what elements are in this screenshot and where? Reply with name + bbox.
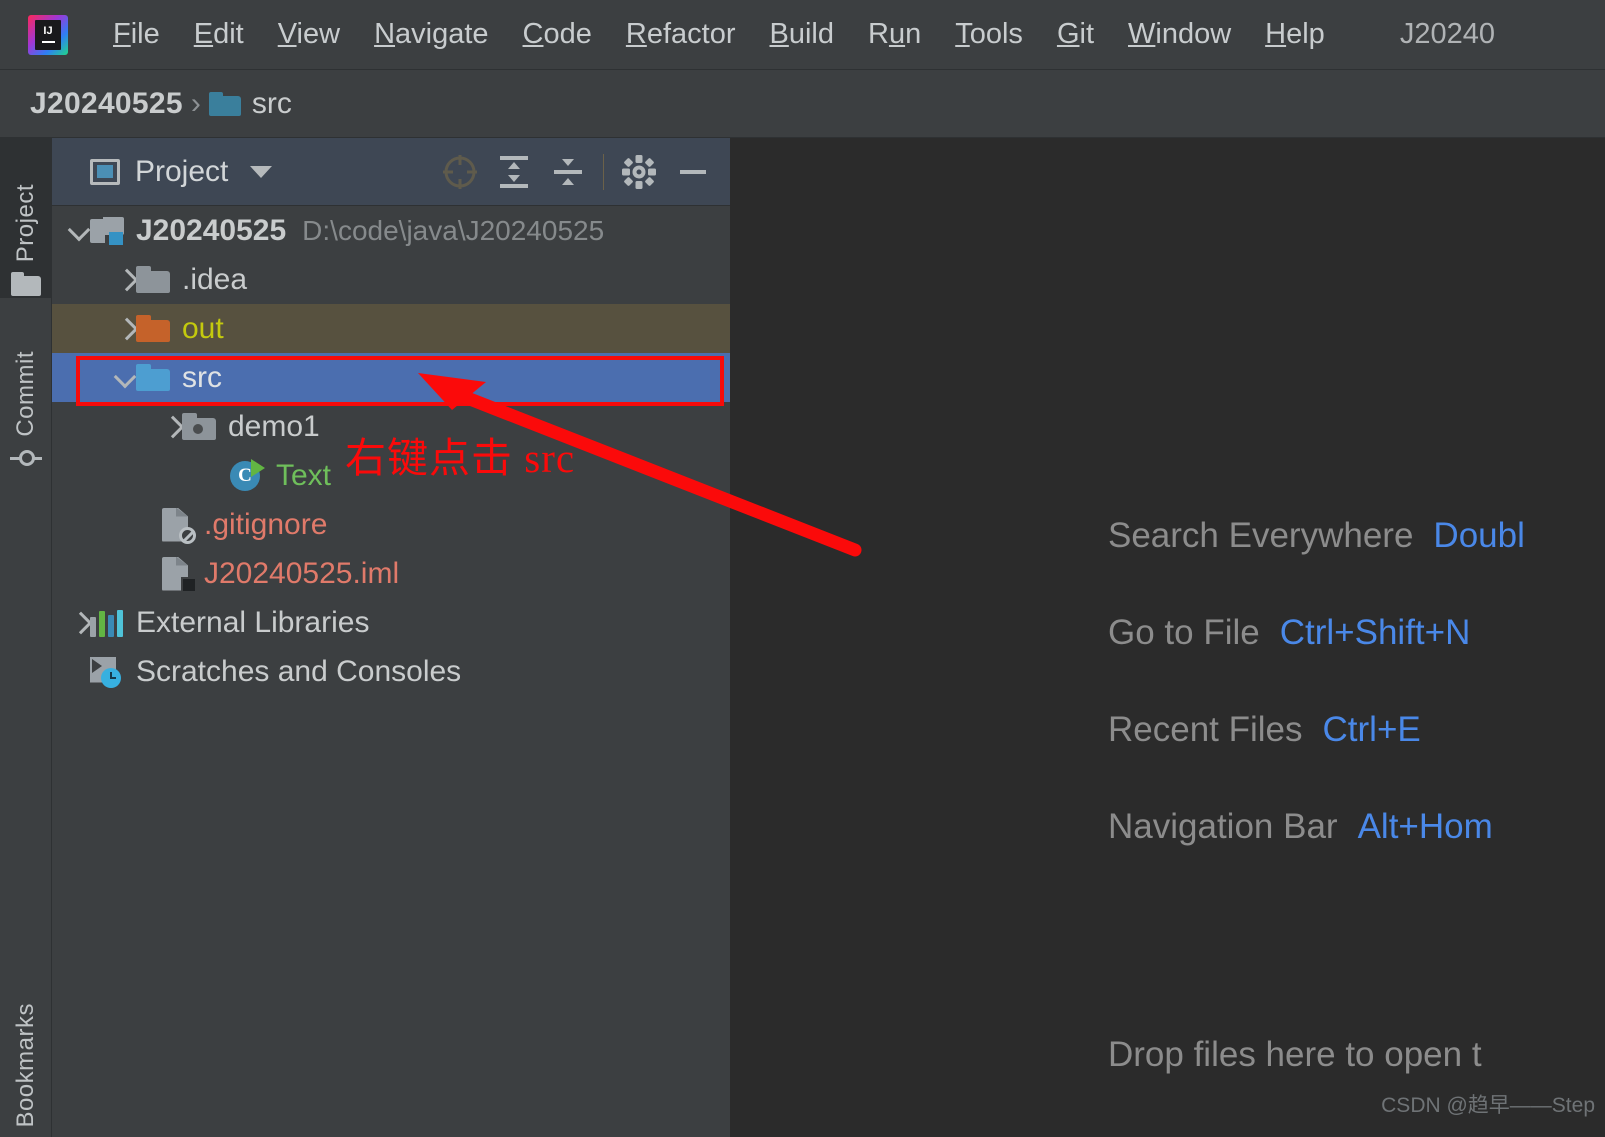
logo-text: IJ: [43, 25, 53, 37]
hint-navigation-bar: Navigation Bar Alt+Hom: [1108, 807, 1525, 847]
breadcrumb-separator-icon: ›: [190, 86, 201, 120]
libraries-icon: [90, 609, 124, 637]
menu-item-help[interactable]: Help: [1248, 20, 1342, 49]
folder-excluded-icon: [136, 315, 170, 342]
tree-node-label: src: [182, 360, 222, 394]
hint-label: Recent Files: [1108, 710, 1303, 749]
tree-node-external-libraries[interactable]: External Libraries: [52, 598, 730, 647]
tree-node-label: Text: [276, 458, 332, 492]
hint-shortcut: Ctrl+Shift+N: [1279, 613, 1471, 652]
hint-label: Search Everywhere: [1108, 516, 1414, 555]
menu-item-build[interactable]: Build: [753, 20, 852, 49]
sidebar-item-project[interactable]: Project: [0, 138, 52, 298]
tree-node-label: External Libraries: [136, 605, 370, 639]
menu-item-navigate[interactable]: Navigate: [357, 20, 505, 49]
project-panel: Project J20240525 D:\code\java\J20240525…: [52, 138, 730, 1137]
hint-go-to-file: Go to File Ctrl+Shift+N: [1108, 613, 1525, 653]
breadcrumb-project[interactable]: J20240525: [30, 87, 183, 121]
tree-node-label: J20240525: [136, 213, 287, 247]
menu-label: ile: [130, 18, 160, 50]
folder-icon: [11, 272, 41, 296]
project-tree[interactable]: J20240525 D:\code\java\J20240525 .idea o…: [52, 206, 730, 1137]
tree-node-scratches[interactable]: Scratches and Consoles: [52, 647, 730, 696]
iml-file-icon: [162, 556, 197, 593]
project-view-icon: [90, 158, 120, 185]
sidebar-item-bookmarks-label: Bookmarks: [12, 1003, 39, 1128]
toolbar-divider: [603, 154, 604, 190]
breadcrumb: J20240525 › src: [0, 70, 1605, 138]
intellij-window: IJ File Edit View Navigate Code Refactor…: [0, 0, 1605, 1137]
tree-node-path: D:\code\java\J20240525: [302, 214, 605, 246]
chevron-down-icon[interactable]: [114, 367, 136, 389]
scratches-icon: [90, 656, 124, 688]
menu-item-refactor[interactable]: Refactor: [609, 20, 753, 49]
menu-item-window[interactable]: Window: [1111, 20, 1248, 49]
sidebar-item-project-label: Project: [12, 183, 39, 262]
tree-node-label: demo1: [228, 409, 320, 443]
tree-node-label: .gitignore: [204, 507, 328, 541]
menu-bar: IJ File Edit View Navigate Code Refactor…: [0, 0, 1605, 70]
package-icon: [182, 413, 216, 440]
tree-node-label: out: [182, 311, 224, 345]
project-panel-title: Project: [135, 154, 229, 188]
source-folder-icon: [136, 364, 170, 391]
sidebar-item-commit-label: Commit: [12, 351, 39, 437]
left-tool-strip: Project Commit Bookmarks: [0, 138, 52, 1137]
tree-node-label: J20240525.iml: [204, 556, 400, 590]
sidebar-item-bookmarks[interactable]: Bookmarks: [0, 928, 52, 1128]
tree-node-iml[interactable]: J20240525.iml: [52, 549, 730, 598]
commit-icon: [10, 447, 42, 471]
menu-item-tools[interactable]: Tools: [938, 20, 1040, 49]
ignored-file-icon: [162, 507, 196, 544]
chevron-down-icon[interactable]: [250, 165, 273, 178]
expand-all-icon[interactable]: [487, 145, 541, 199]
tree-node-module[interactable]: J20240525 D:\code\java\J20240525: [52, 206, 730, 255]
intellij-logo-icon: IJ: [28, 14, 68, 55]
tree-node-label: .idea: [182, 262, 248, 296]
watermark: CSDN @趋早——Step: [1381, 1094, 1595, 1117]
window-title: J20240: [1399, 18, 1495, 50]
menu-item-file[interactable]: File: [96, 20, 177, 49]
editor-shortcut-hints: Search Everywhere Doubl Go to File Ctrl+…: [1108, 516, 1525, 904]
chevron-right-icon[interactable]: [114, 318, 136, 340]
chevron-right-icon[interactable]: [68, 612, 90, 634]
gear-icon[interactable]: [612, 145, 666, 199]
editor-empty-area[interactable]: Search Everywhere Doubl Go to File Ctrl+…: [730, 138, 1605, 1137]
crosshair-icon[interactable]: [433, 145, 487, 199]
tree-node-label: Scratches and Consoles: [136, 654, 462, 688]
menu-item-git[interactable]: Git: [1040, 20, 1111, 49]
tree-node-out[interactable]: out: [52, 304, 730, 353]
menu-item-run[interactable]: Run: [851, 20, 938, 49]
folder-icon: [208, 91, 241, 116]
chevron-right-icon[interactable]: [160, 416, 182, 438]
hint-shortcut: Alt+Hom: [1357, 807, 1493, 846]
tree-node-idea[interactable]: .idea: [52, 255, 730, 304]
menu-item-view[interactable]: View: [261, 20, 357, 49]
project-panel-header: Project: [52, 138, 730, 206]
breadcrumb-current[interactable]: src: [252, 87, 292, 121]
folder-icon: [136, 266, 170, 293]
hint-label: Navigation Bar: [1108, 807, 1338, 846]
hint-shortcut: Doubl: [1433, 516, 1525, 555]
collapse-all-icon[interactable]: [541, 145, 595, 199]
module-icon: [90, 216, 124, 245]
chevron-down-icon[interactable]: [68, 220, 90, 242]
sidebar-item-commit[interactable]: Commit: [0, 308, 52, 473]
annotation-text: 右键点击 src: [345, 435, 576, 481]
tree-node-src[interactable]: src: [52, 353, 730, 402]
tree-node-gitignore[interactable]: .gitignore: [52, 500, 730, 549]
hint-recent-files: Recent Files Ctrl+E: [1108, 710, 1525, 750]
minimize-icon[interactable]: [666, 145, 720, 199]
menu-item-code[interactable]: Code: [506, 20, 609, 49]
java-class-runnable-icon: C: [230, 458, 265, 493]
hint-shortcut: Ctrl+E: [1322, 710, 1421, 749]
project-panel-toolbar: [433, 138, 720, 206]
drop-files-message: Drop files here to open t: [1108, 1035, 1482, 1074]
hint-search-everywhere: Search Everywhere Doubl: [1108, 516, 1525, 556]
chevron-right-icon[interactable]: [114, 269, 136, 291]
hint-label: Go to File: [1108, 613, 1260, 652]
menu-item-edit[interactable]: Edit: [177, 20, 261, 49]
